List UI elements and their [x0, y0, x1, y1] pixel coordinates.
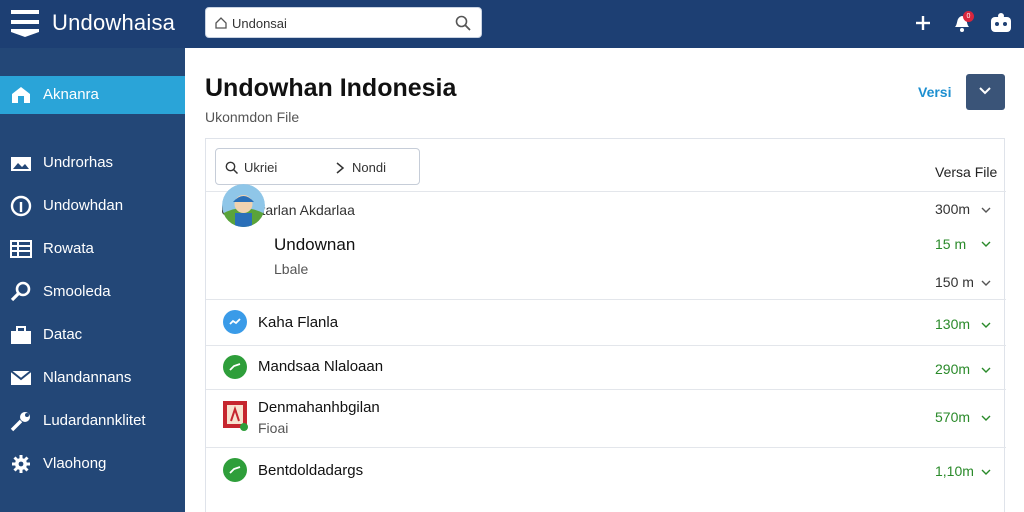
- row-title[interactable]: Denmahanhbgilan: [258, 399, 380, 416]
- sidebar-item-label: Undowhdan: [43, 197, 124, 214]
- file-list-card: Ukriei Nondi Versa File Ukobatarlan Akda…: [205, 138, 1006, 512]
- chevron-down-icon[interactable]: [981, 207, 991, 214]
- sidebar-item-label: Vlaohong: [43, 455, 107, 472]
- check-arrow-icon: [336, 162, 345, 174]
- menu-icon[interactable]: [10, 8, 40, 38]
- mail-icon: [10, 370, 32, 385]
- top-bar: Undowhaisa 0: [0, 0, 1024, 48]
- blue-status-icon: [223, 310, 247, 334]
- row-title[interactable]: Mandsaa Nlaloaan: [258, 358, 383, 375]
- green-status-icon: [223, 458, 247, 482]
- image-icon: [11, 157, 31, 171]
- sidebar: Aknanra Undrorhas Undowhdan Rowata Smool…: [0, 48, 185, 512]
- filter-input[interactable]: Ukriei Nondi: [215, 148, 420, 185]
- plus-icon[interactable]: [911, 11, 935, 35]
- sidebar-item-label: Rowata: [43, 240, 94, 257]
- sidebar-item-label: Ludardannklitet: [43, 412, 146, 429]
- column-label: Versa File: [935, 164, 998, 180]
- row-title[interactable]: Bentdoldadargs: [258, 462, 363, 479]
- file-thumb-icon: [223, 401, 249, 431]
- chevron-down-icon[interactable]: [981, 280, 991, 287]
- gear-icon: [12, 455, 30, 473]
- divider: [206, 191, 1006, 192]
- main-content: Undowhan Indonesia Ukonmdon File Versi U…: [185, 48, 1024, 512]
- dropdown-button[interactable]: [966, 74, 1005, 110]
- green-status-icon: [223, 355, 247, 379]
- briefcase-icon: [11, 326, 31, 344]
- sidebar-item-ludardannklitet[interactable]: Ludardannklitet: [0, 402, 185, 440]
- chevron-down-icon[interactable]: [981, 241, 991, 248]
- chevron-down-icon: [979, 87, 991, 95]
- chevron-down-icon[interactable]: [981, 469, 991, 476]
- row-subtitle: Fioai: [258, 420, 289, 436]
- chevron-down-icon[interactable]: [981, 322, 991, 329]
- sidebar-item-nlandannans[interactable]: Nlandannans: [0, 359, 185, 397]
- divider: [206, 299, 1006, 300]
- search-input[interactable]: [232, 12, 452, 34]
- avatar: [222, 184, 265, 227]
- row-title[interactable]: Kaha Flanla: [258, 314, 338, 331]
- row-value: 130m: [935, 316, 971, 332]
- wrench-icon: [10, 412, 30, 432]
- search-icon: [225, 161, 238, 174]
- divider: [206, 447, 1006, 448]
- row-value: 290m: [935, 361, 971, 377]
- sidebar-item-undrorhas[interactable]: Undrorhas: [0, 144, 185, 182]
- notification-badge: 0: [963, 11, 974, 22]
- profile-icon[interactable]: [989, 11, 1013, 35]
- sidebar-item-label: Undrorhas: [43, 154, 114, 171]
- home-icon: [12, 87, 30, 103]
- sidebar-item-label: Smooleda: [43, 283, 111, 300]
- search-box[interactable]: [205, 7, 482, 38]
- app-title: Undowhaisa: [52, 10, 176, 35]
- sidebar-item-datac[interactable]: Datac: [0, 316, 185, 354]
- sidebar-item-rowata[interactable]: Rowata: [0, 230, 185, 268]
- filter-text: Ukriei: [244, 160, 278, 175]
- sidebar-item-vlaohong[interactable]: Vlaohong: [0, 445, 185, 483]
- versi-link[interactable]: Versi: [918, 84, 951, 100]
- row-value: 1,10m: [935, 463, 974, 479]
- row-title[interactable]: Undownan: [274, 235, 355, 255]
- list-header-value: 300m: [935, 201, 971, 217]
- row-value: 15 m: [935, 236, 967, 252]
- sidebar-item-aknanra[interactable]: Aknanra: [0, 76, 185, 114]
- row-value-secondary: 150 m: [935, 274, 974, 290]
- divider: [206, 389, 1006, 390]
- search-icon[interactable]: [455, 15, 471, 31]
- home-small-icon: [215, 17, 227, 29]
- info-icon: [10, 195, 32, 217]
- chevron-down-icon[interactable]: [981, 415, 991, 422]
- search-icon: [10, 281, 31, 302]
- page-title: Undowhan Indonesia: [205, 74, 457, 102]
- sidebar-item-undowhdan[interactable]: Undowhdan: [0, 187, 185, 225]
- page-subtitle: Ukonmdon File: [205, 109, 300, 125]
- sidebar-item-smooleda[interactable]: Smooleda: [0, 273, 185, 311]
- divider: [206, 345, 1006, 346]
- sidebar-item-label: Aknanra: [43, 86, 99, 103]
- chevron-down-icon[interactable]: [981, 367, 991, 374]
- sidebar-item-label: Datac: [43, 326, 83, 343]
- table-icon: [10, 240, 32, 258]
- row-subtitle: Lbale: [274, 261, 309, 277]
- sidebar-item-label: Nlandannans: [43, 369, 132, 386]
- filter-text-secondary: Nondi: [352, 160, 386, 175]
- row-value: 570m: [935, 409, 971, 425]
